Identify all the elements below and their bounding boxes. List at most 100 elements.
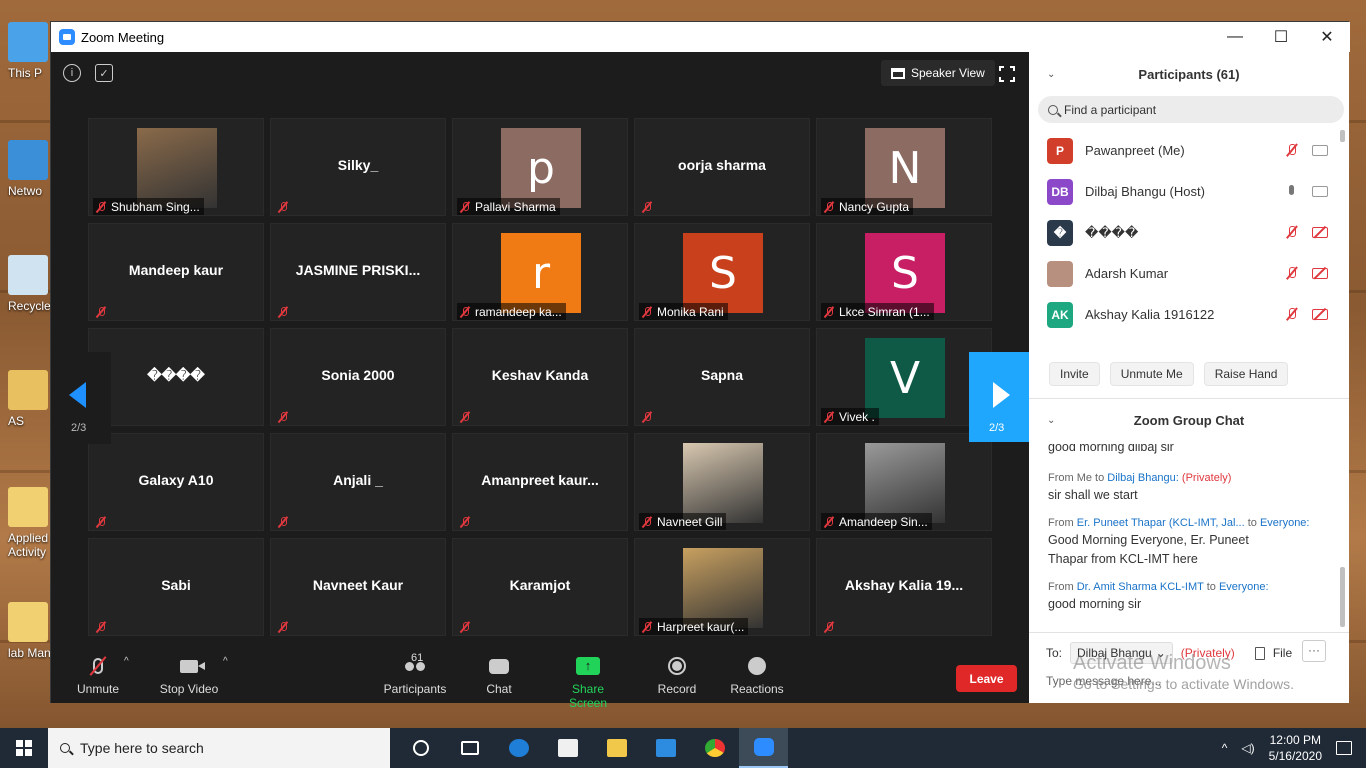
chat-message: From Er. Puneet Thapar (KCL-IMT, Jal... …	[1048, 517, 1310, 566]
participant-tile[interactable]: ����	[88, 328, 264, 426]
participant-tile[interactable]: Keshav Kanda	[452, 328, 628, 426]
participant-tile[interactable]: p Pallavi Sharma	[452, 118, 628, 216]
speaker-icon[interactable]: ◁)	[1241, 741, 1254, 755]
zoom-taskbar-button[interactable]	[739, 728, 788, 768]
video-camera-icon[interactable]	[1312, 145, 1328, 156]
microphone-icon[interactable]	[1286, 184, 1298, 199]
chat-button[interactable]: Chat	[481, 654, 517, 696]
clock[interactable]: 12:00 PM 5/16/2020	[1269, 732, 1322, 764]
chat-scrollbar[interactable]	[1340, 567, 1345, 627]
participants-button[interactable]: 61 Participants	[383, 652, 447, 696]
participant-tile[interactable]: Mandeep kaur	[88, 223, 264, 321]
mail-button[interactable]	[641, 728, 690, 768]
collapse-chevron-icon[interactable]: ⌄	[1047, 69, 1055, 80]
participants-count: 61	[411, 652, 424, 664]
speaker-view-icon	[891, 67, 905, 79]
participant-row[interactable]: � ����	[1029, 212, 1339, 253]
leave-button[interactable]: Leave	[956, 665, 1017, 692]
more-options-button[interactable]: ···	[1302, 640, 1326, 662]
video-off-icon[interactable]	[1312, 309, 1328, 320]
taskbar-search[interactable]: Type here to search	[48, 728, 390, 768]
share-screen-button[interactable]: ↑ Share Screen	[553, 654, 623, 710]
close-button[interactable]: ✕	[1304, 22, 1350, 52]
microphone-muted-icon[interactable]	[1286, 225, 1298, 240]
participant-tile[interactable]: Sapna	[634, 328, 810, 426]
participant-tile[interactable]: Akshay Kalia 19...	[816, 538, 992, 636]
participant-tile-name: Anjali _	[333, 472, 383, 488]
participant-avatar: r	[501, 233, 581, 313]
video-camera-icon[interactable]	[1312, 186, 1328, 197]
page-indicator: 2/3	[989, 422, 1005, 434]
store-button[interactable]	[543, 728, 592, 768]
participant-tile[interactable]: Amanpreet kaur...	[452, 433, 628, 531]
participant-tile[interactable]: oorja sharma	[634, 118, 810, 216]
participant-tile[interactable]: Amandeep Sin...	[816, 433, 992, 531]
participant-tile[interactable]: Galaxy A10	[88, 433, 264, 531]
video-off-icon[interactable]	[1312, 227, 1328, 238]
collapse-chevron-icon[interactable]: ⌄	[1047, 415, 1055, 426]
participant-tile[interactable]: Karamjot	[452, 538, 628, 636]
participant-name: Akshay Kalia 1916122	[1085, 307, 1215, 322]
record-button[interactable]: Record	[655, 654, 699, 696]
speaker-view-button[interactable]: Speaker View	[881, 60, 995, 86]
participant-row[interactable]: AK Akshay Kalia 1916122	[1029, 294, 1339, 335]
participant-tile[interactable]: S Monika Rani	[634, 223, 810, 321]
participant-tile[interactable]: Navneet Gill	[634, 433, 810, 531]
participant-tile[interactable]: JASMINE PRISKI...	[270, 223, 446, 321]
participant-avatar: �	[1047, 219, 1073, 246]
participant-row[interactable]: DB Dilbaj Bhangu (Host)	[1029, 171, 1339, 212]
participant-scrollbar[interactable]	[1340, 130, 1345, 142]
find-participant-input[interactable]: Find a participant	[1038, 96, 1344, 123]
raise-hand-button[interactable]: Raise Hand	[1203, 362, 1289, 386]
participant-tile[interactable]: Anjali _	[270, 433, 446, 531]
minimize-button[interactable]: —	[1212, 22, 1258, 52]
file-explorer-button[interactable]	[592, 728, 641, 768]
title-bar[interactable]: Zoom Meeting — ☐ ✕	[51, 22, 1350, 52]
file-icon[interactable]	[1254, 646, 1265, 660]
previous-page-button[interactable]: 2/3	[51, 352, 111, 444]
cortana-button[interactable]	[396, 728, 445, 768]
participant-tile[interactable]: Sonia 2000	[270, 328, 446, 426]
edge-button[interactable]	[494, 728, 543, 768]
reactions-button[interactable]: Reactions	[730, 654, 784, 696]
task-view-button[interactable]	[445, 728, 494, 768]
chrome-button[interactable]	[690, 728, 739, 768]
participant-tile[interactable]: S Lkce Simran (1...	[816, 223, 992, 321]
microphone-muted-icon[interactable]	[1286, 307, 1298, 322]
participant-tile-label	[275, 513, 297, 530]
microphone-muted-icon[interactable]	[1286, 266, 1298, 281]
participant-tile[interactable]: V Vivek .	[816, 328, 992, 426]
participant-tile[interactable]: r ramandeep ka...	[452, 223, 628, 321]
participant-tile[interactable]: Shubham Sing...	[88, 118, 264, 216]
invite-button[interactable]: Invite	[1049, 362, 1100, 386]
participant-photo	[865, 443, 945, 523]
stop-video-button[interactable]: Stop Video	[157, 654, 221, 696]
notification-icon[interactable]	[1336, 741, 1352, 755]
microphone-muted-icon	[277, 621, 289, 633]
unmute-me-button[interactable]: Unmute Me	[1109, 362, 1194, 386]
video-options-caret[interactable]: ^	[223, 656, 228, 667]
participant-tile[interactable]: Navneet Kaur	[270, 538, 446, 636]
unmute-button[interactable]: Unmute	[73, 654, 123, 696]
participant-row[interactable]: Adarsh Kumar	[1029, 253, 1339, 294]
security-shield-icon[interactable]: ✓	[95, 64, 113, 82]
video-off-icon[interactable]	[1312, 268, 1328, 279]
next-page-button[interactable]: 2/3	[969, 352, 1029, 442]
microphone-muted-icon	[641, 516, 653, 528]
chevron-up-icon[interactable]: ^	[1222, 741, 1228, 755]
participant-row[interactable]: P Pawanpreet (Me)	[1029, 130, 1339, 171]
audio-options-caret[interactable]: ^	[124, 656, 129, 667]
participant-tile[interactable]: Silky_	[270, 118, 446, 216]
share-screen-icon: ↑	[576, 657, 600, 675]
participant-tile[interactable]: Harpreet kaur(...	[634, 538, 810, 636]
participant-tile[interactable]: Sabi	[88, 538, 264, 636]
participant-tile[interactable]: N Nancy Gupta	[816, 118, 992, 216]
meeting-info-icon[interactable]: i	[63, 64, 81, 82]
video-gallery: i ✓ Speaker View Shubham Sing... Silky_ p P…	[51, 52, 1029, 710]
fullscreen-icon[interactable]	[999, 66, 1015, 82]
start-button[interactable]	[0, 728, 48, 768]
microphone-muted-icon	[277, 201, 289, 213]
maximize-button[interactable]: ☐	[1258, 22, 1304, 52]
microphone-muted-icon[interactable]	[1286, 143, 1298, 158]
file-button[interactable]: File	[1273, 646, 1292, 660]
